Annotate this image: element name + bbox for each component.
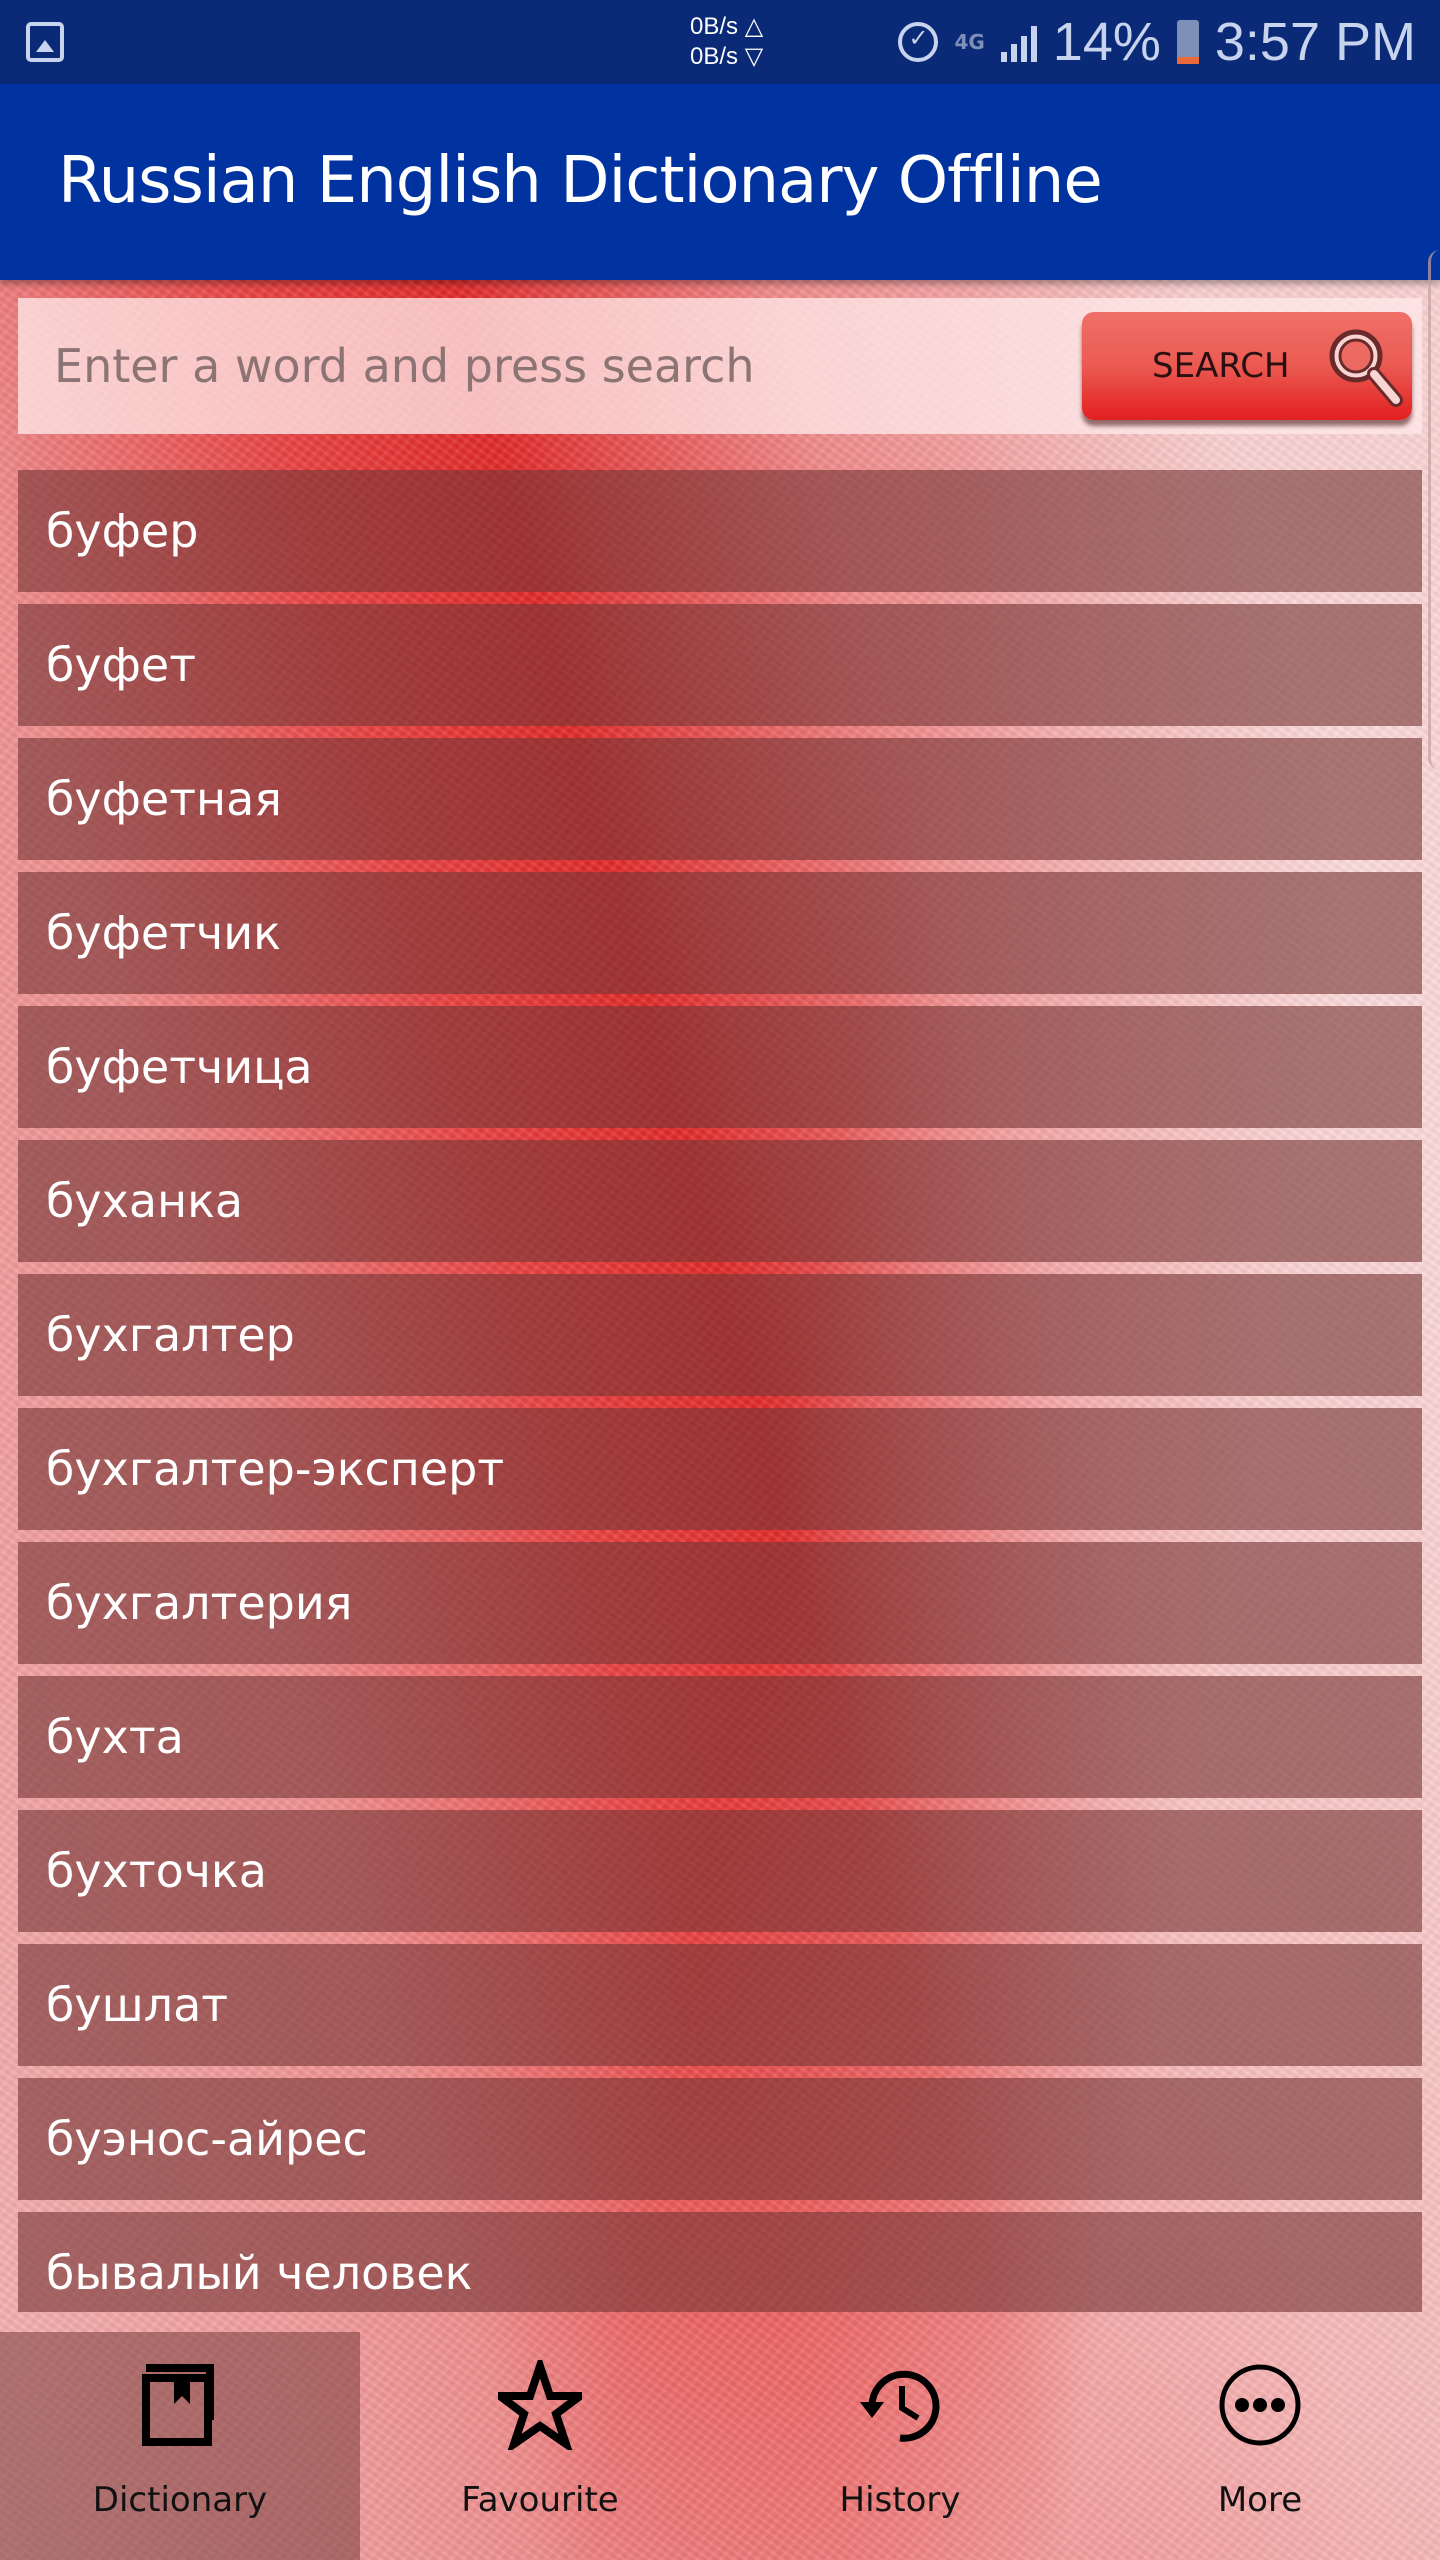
list-item[interactable]: буфер [18, 470, 1422, 592]
magnifier-icon [1329, 329, 1403, 407]
search-button[interactable]: SEARCH [1082, 312, 1412, 420]
list-item[interactable]: буханка [18, 1140, 1422, 1262]
search-button-label: SEARCH [1152, 346, 1290, 386]
battery-icon [1176, 20, 1199, 64]
list-item[interactable]: буэнос-айрес [18, 2078, 1422, 2200]
list-item[interactable]: бухгалтер-эксперт [18, 1408, 1422, 1530]
edge-panel-handle[interactable] [1428, 250, 1440, 770]
list-item[interactable]: бухгалтер [18, 1274, 1422, 1396]
book-bookmark-icon [142, 2364, 214, 2446]
net-down-speed: 0B/s ▽ [690, 43, 764, 70]
more-icon [1219, 2364, 1301, 2446]
bottom-navigation: Dictionary Favourite History More [0, 2332, 1440, 2560]
nav-label: History [839, 2480, 961, 2520]
status-bar: 0B/s △ 0B/s ▽ 4G 14% 3:57 PM [0, 0, 1440, 84]
list-item[interactable]: буфетчица [18, 1006, 1422, 1128]
search-panel: SEARCH [18, 298, 1422, 434]
battery-percent: 14% [1052, 12, 1161, 72]
nav-history[interactable]: History [720, 2332, 1080, 2560]
nav-dictionary[interactable]: Dictionary [0, 2332, 360, 2560]
nav-label: More [1217, 2480, 1303, 2520]
list-item[interactable]: бухгалтерия [18, 1542, 1422, 1664]
nav-label: Dictionary [92, 2480, 268, 2520]
list-item[interactable]: бушлат [18, 1944, 1422, 2066]
history-icon [860, 2370, 940, 2442]
star-icon [498, 2360, 582, 2450]
list-item[interactable]: буфет [18, 604, 1422, 726]
list-item[interactable]: бывалый человек [18, 2212, 1422, 2312]
list-item[interactable]: бухта [18, 1676, 1422, 1798]
network-speed: 0B/s △ 0B/s ▽ [690, 12, 763, 72]
nav-more[interactable]: More [1080, 2332, 1440, 2560]
list-item[interactable]: буфетная [18, 738, 1422, 860]
search-input[interactable] [18, 298, 1068, 434]
nav-favourite[interactable]: Favourite [360, 2332, 720, 2560]
clock: 3:57 PM [1214, 12, 1416, 72]
alarm-icon [898, 22, 939, 62]
word-list: буфер буфет буфетная буфетчик буфетчица … [18, 470, 1422, 2324]
app-bar: Russian English Dictionary Offline [0, 84, 1440, 280]
nav-label: Favourite [461, 2480, 619, 2520]
net-up-speed: 0B/s △ [690, 13, 764, 40]
list-item[interactable]: бухточка [18, 1810, 1422, 1932]
app-title: Russian English Dictionary Offline [58, 144, 1103, 218]
list-item[interactable]: буфетчик [18, 872, 1422, 994]
status-icons: 4G 14% 3:57 PM [898, 10, 1416, 74]
gallery-icon [26, 22, 64, 62]
lte-icon: 4G [954, 30, 985, 54]
signal-icon [1000, 22, 1037, 62]
